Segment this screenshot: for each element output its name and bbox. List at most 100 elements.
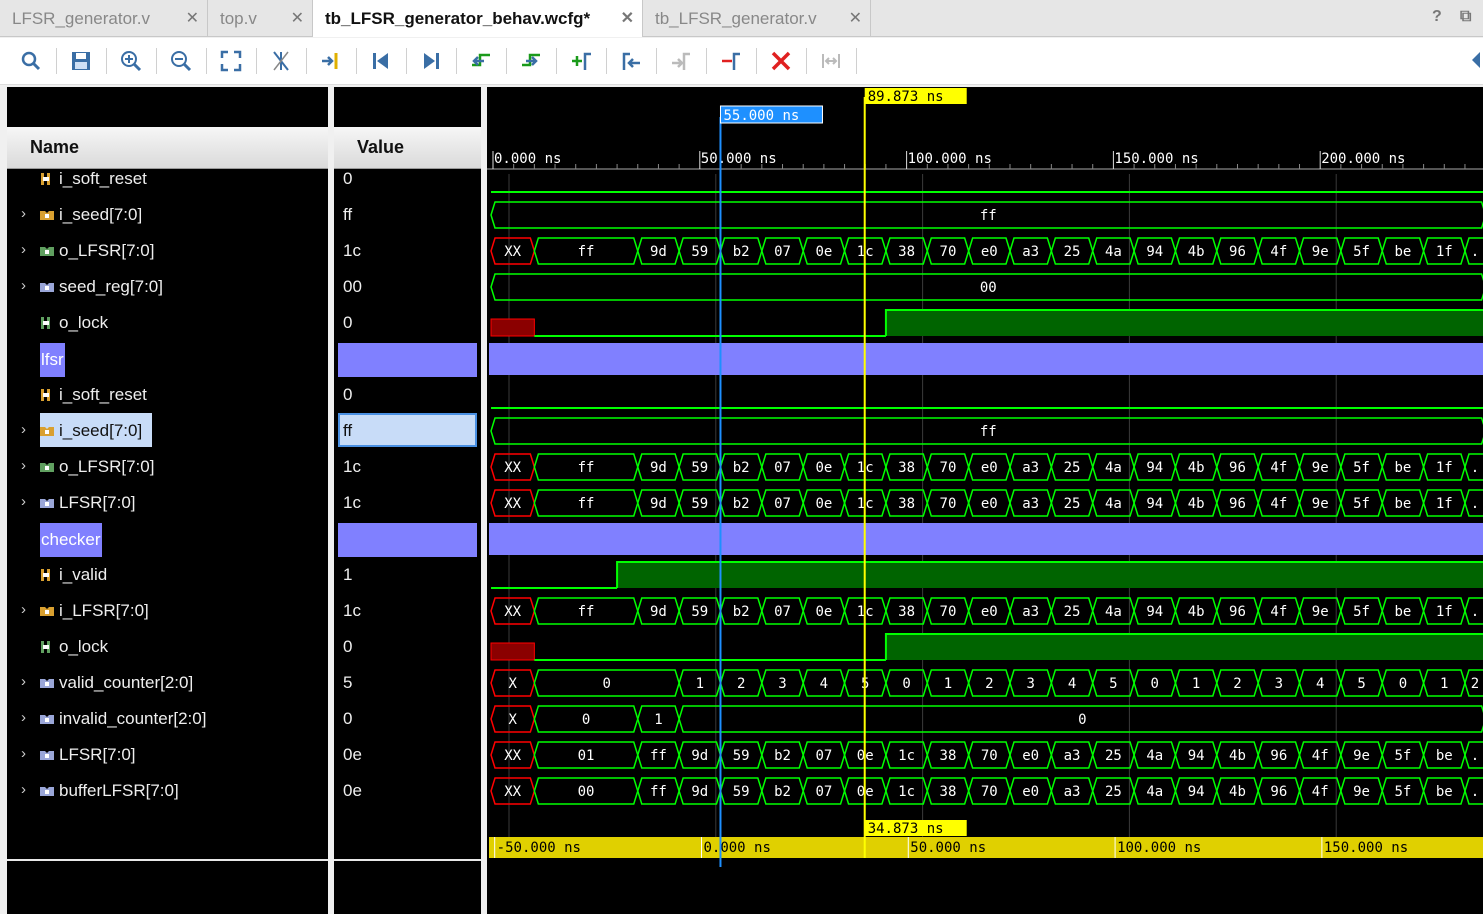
tab-tb-lfsr-generator-behav-wcfg[interactable]: tb_LFSR_generator_behav.wcfg* ✕: [313, 0, 643, 37]
signal-row[interactable]: › i_seed[7:0]: [7, 197, 328, 233]
bus-value-label: 3: [778, 676, 786, 692]
chevron-right-icon[interactable]: ›: [21, 673, 26, 690]
bus-value-label: 96: [1229, 244, 1246, 260]
previous-transition-icon[interactable]: [464, 46, 498, 76]
signal-row[interactable]: i_soft_reset: [7, 161, 328, 197]
tab-top-v[interactable]: top.v ✕: [208, 0, 313, 37]
close-icon[interactable]: ✕: [291, 8, 304, 28]
bus-value-label: 9d: [650, 496, 667, 512]
bus-input-icon: [39, 423, 55, 437]
go-to-end-icon[interactable]: [414, 46, 448, 76]
snap-to-transition-icon[interactable]: [814, 46, 848, 76]
signal-value-row[interactable]: 5: [334, 665, 481, 701]
signal-name: LFSR[7:0]: [59, 745, 136, 764]
chevron-right-icon[interactable]: ›: [21, 457, 26, 474]
save-icon[interactable]: [64, 46, 98, 76]
signal-value-row[interactable]: 0: [334, 305, 481, 341]
close-icon[interactable]: ✕: [621, 8, 634, 28]
signal-row[interactable]: o_lock: [7, 629, 328, 665]
signal-row[interactable]: › bufferLFSR[7:0]: [7, 773, 328, 809]
signal-row[interactable]: › i_LFSR[7:0]: [7, 593, 328, 629]
bus-value-label: 59: [691, 244, 708, 260]
signal-value-row[interactable]: 0: [334, 701, 481, 737]
signal-row[interactable]: › LFSR[7:0]: [7, 485, 328, 521]
search-icon[interactable]: [14, 46, 48, 76]
previous-marker-icon[interactable]: [614, 46, 648, 76]
signal-value-row[interactable]: 1c: [334, 233, 481, 269]
marker-time-label[interactable]: 55.000 ns: [719, 105, 823, 124]
bus-value-label: ff: [650, 784, 667, 800]
tab-tb-lfsr-generator-v[interactable]: tb_LFSR_generator.v ✕: [643, 0, 871, 37]
signal-value-row[interactable]: 0e: [334, 737, 481, 773]
bus-value-label: 3: [1275, 676, 1283, 692]
waveform-panel[interactable]: 0.000 ns 50.000 ns 100.000 ns 150.000 ns 200…: [487, 87, 1483, 914]
chevron-right-icon[interactable]: ›: [21, 781, 26, 798]
signal-row[interactable]: o_lock: [7, 305, 328, 341]
chevron-right-icon[interactable]: ›: [21, 205, 26, 222]
signal-value-row[interactable]: ff: [334, 197, 481, 233]
wave-row[interactable]: [489, 343, 1483, 375]
divider-row[interactable]: lfsr: [7, 341, 328, 377]
go-to-start-icon[interactable]: [364, 46, 398, 76]
add-marker-at-cursor-icon[interactable]: [314, 46, 348, 76]
signal-value-row[interactable]: 0: [334, 629, 481, 665]
signal-value-row[interactable]: ff: [334, 413, 481, 449]
bit-input-icon: [39, 171, 55, 185]
signal-row[interactable]: i_valid: [7, 557, 328, 593]
next-transition-icon[interactable]: [514, 46, 548, 76]
bus-value-label: b2: [774, 784, 791, 800]
close-icon[interactable]: ✕: [186, 8, 199, 28]
signal-row[interactable]: › invalid_counter[2:0]: [7, 701, 328, 737]
tab-lfsr-generator-v[interactable]: LFSR_generator.v ✕: [0, 0, 208, 37]
bus-value-label: 1: [696, 676, 704, 692]
bus-value-label: 9e: [1312, 604, 1329, 620]
chevron-right-icon[interactable]: ›: [21, 745, 26, 762]
chevron-right-icon[interactable]: ›: [21, 493, 26, 510]
add-marker-icon[interactable]: [564, 46, 598, 76]
ruler-tick-label: 50.000 ns: [701, 151, 777, 167]
signal-value-row[interactable]: 1c: [334, 485, 481, 521]
relative-time-ruler[interactable]: -50.000 ns 0.000 ns 50.000 ns 100.000 ns 150…: [489, 837, 1483, 858]
signal-value-row[interactable]: 00: [334, 269, 481, 305]
chevron-right-icon[interactable]: ›: [21, 277, 26, 294]
chevron-right-icon[interactable]: ›: [21, 241, 26, 258]
close-icon[interactable]: ✕: [849, 8, 862, 28]
signal-row[interactable]: › valid_counter[2:0]: [7, 665, 328, 701]
signal-value-row[interactable]: 0: [334, 377, 481, 413]
signal-value-row[interactable]: 0: [334, 161, 481, 197]
chevron-right-icon[interactable]: ›: [21, 421, 26, 438]
next-marker-icon[interactable]: [664, 46, 698, 76]
signal-value-row[interactable]: 1c: [334, 449, 481, 485]
zoom-out-icon[interactable]: [164, 46, 198, 76]
swap-cursors-icon[interactable]: [714, 46, 748, 76]
bus-value-label: 2: [1233, 676, 1241, 692]
cursor-to-zero-icon[interactable]: [264, 46, 298, 76]
signal-row[interactable]: › i_seed[7:0]: [7, 413, 328, 449]
signal-value-row[interactable]: 1: [334, 557, 481, 593]
signal-row[interactable]: › o_LFSR[7:0]: [7, 449, 328, 485]
zoom-fit-icon[interactable]: [214, 46, 248, 76]
zoom-in-icon[interactable]: [114, 46, 148, 76]
chevron-right-icon[interactable]: ›: [21, 709, 26, 726]
tab-label: tb_LFSR_generator_behav.wcfg*: [325, 8, 591, 28]
signal-value-row[interactable]: [334, 341, 481, 377]
wave-row[interactable]: [491, 561, 1483, 589]
signal-value-row[interactable]: 1c: [334, 593, 481, 629]
delete-marker-icon[interactable]: [764, 46, 798, 76]
signal-value-row[interactable]: 0e: [334, 773, 481, 809]
signal-row[interactable]: › seed_reg[7:0]: [7, 269, 328, 305]
cursor-time-label[interactable]: 89.873 ns: [864, 88, 967, 105]
chevron-right-icon[interactable]: ›: [21, 601, 26, 618]
divider-row[interactable]: checker: [7, 521, 328, 557]
bus-value-label: 4a: [1105, 460, 1122, 476]
signal-row[interactable]: › o_LFSR[7:0]: [7, 233, 328, 269]
help-icon[interactable]: ?: [1432, 8, 1442, 26]
bus-value-label: 4: [820, 676, 828, 692]
signal-row[interactable]: i_soft_reset: [7, 377, 328, 413]
ruler-tick-label: 150.000 ns: [1114, 151, 1198, 167]
signal-row[interactable]: › LFSR[7:0]: [7, 737, 328, 773]
signal-value-row[interactable]: [334, 521, 481, 557]
toolbar-overflow-icon[interactable]: [1472, 52, 1480, 68]
restore-window-icon[interactable]: ⧉: [1460, 8, 1471, 26]
wave-row[interactable]: [489, 523, 1483, 555]
